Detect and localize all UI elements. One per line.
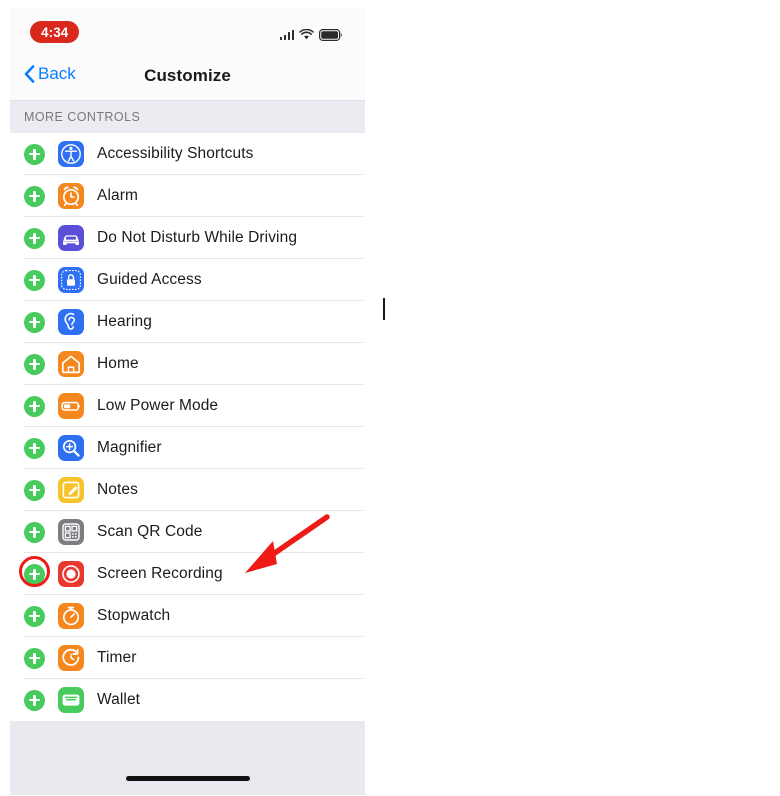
notes-pencil-icon bbox=[58, 477, 84, 503]
add-control-button[interactable] bbox=[24, 647, 45, 669]
control-row[interactable]: Home bbox=[10, 343, 365, 385]
home-indicator[interactable] bbox=[125, 776, 250, 781]
control-label: Hearing bbox=[97, 313, 152, 330]
accessibility-icon bbox=[58, 141, 84, 167]
section-header-more-controls: MORE CONTROLS bbox=[10, 100, 365, 133]
add-control-button[interactable] bbox=[24, 605, 45, 627]
add-control-button[interactable] bbox=[24, 185, 45, 207]
navigation-bar: Back Customize bbox=[10, 56, 365, 100]
control-row[interactable]: Low Power Mode bbox=[10, 385, 365, 427]
house-icon bbox=[58, 351, 84, 377]
control-label: Guided Access bbox=[97, 271, 202, 288]
text-cursor bbox=[383, 298, 385, 320]
add-control-button[interactable] bbox=[24, 689, 45, 711]
timer-icon bbox=[58, 645, 84, 671]
control-row[interactable]: Magnifier bbox=[10, 427, 365, 469]
add-control-button[interactable] bbox=[24, 563, 45, 585]
control-label: Scan QR Code bbox=[97, 523, 203, 540]
qr-code-icon bbox=[58, 519, 84, 545]
cellular-signal-icon bbox=[279, 29, 294, 40]
wallet-icon bbox=[58, 687, 84, 713]
alarm-clock-icon bbox=[58, 183, 84, 209]
control-label: Stopwatch bbox=[97, 607, 171, 624]
more-controls-list: Accessibility Shortcuts Alarm Do Not Distu… bbox=[10, 133, 365, 721]
control-label: Notes bbox=[97, 481, 138, 498]
control-row[interactable]: Wallet bbox=[10, 679, 365, 721]
add-control-button[interactable] bbox=[24, 479, 45, 501]
add-control-button[interactable] bbox=[24, 395, 45, 417]
control-row[interactable]: Scan QR Code bbox=[10, 511, 365, 553]
control-label: Timer bbox=[97, 649, 137, 666]
add-control-button[interactable] bbox=[24, 521, 45, 543]
control-row[interactable]: Guided Access bbox=[10, 259, 365, 301]
status-bar: 4:34 bbox=[10, 8, 365, 56]
add-control-button[interactable] bbox=[24, 269, 45, 291]
control-label: Alarm bbox=[97, 187, 138, 204]
phone-screenshot: 4:34 Back Customize MORE CONTROLS Access… bbox=[10, 8, 365, 795]
status-icons-group bbox=[279, 24, 344, 41]
control-row[interactable]: Alarm bbox=[10, 175, 365, 217]
control-label: Wallet bbox=[97, 691, 141, 708]
battery-icon bbox=[58, 393, 84, 419]
battery-icon bbox=[319, 28, 342, 41]
control-row[interactable]: Screen Recording bbox=[10, 553, 365, 595]
lock-icon bbox=[58, 267, 84, 293]
add-control-button[interactable] bbox=[24, 227, 45, 249]
add-control-button[interactable] bbox=[24, 311, 45, 333]
control-label: Home bbox=[97, 355, 139, 372]
stopwatch-icon bbox=[58, 603, 84, 629]
control-row[interactable]: Notes bbox=[10, 469, 365, 511]
control-label: Low Power Mode bbox=[97, 397, 219, 414]
add-control-button[interactable] bbox=[24, 143, 45, 165]
control-row[interactable]: Hearing bbox=[10, 301, 365, 343]
add-control-button[interactable] bbox=[24, 437, 45, 459]
ear-icon bbox=[58, 309, 84, 335]
control-label: Magnifier bbox=[97, 439, 162, 456]
phone-footer bbox=[10, 721, 365, 795]
page-title: Customize bbox=[144, 66, 231, 85]
magnifier-icon bbox=[58, 435, 84, 461]
control-row[interactable]: Accessibility Shortcuts bbox=[10, 133, 365, 175]
control-label: Accessibility Shortcuts bbox=[97, 145, 254, 162]
car-icon bbox=[58, 225, 84, 251]
control-row[interactable]: Stopwatch bbox=[10, 595, 365, 637]
control-row[interactable]: Timer bbox=[10, 637, 365, 679]
control-row[interactable]: Do Not Disturb While Driving bbox=[10, 217, 365, 259]
wifi-icon bbox=[299, 29, 314, 40]
control-label: Do Not Disturb While Driving bbox=[97, 229, 298, 246]
control-label: Screen Recording bbox=[97, 565, 223, 582]
record-circle-icon bbox=[58, 561, 84, 587]
add-control-button[interactable] bbox=[24, 353, 45, 375]
recording-time-pill[interactable]: 4:34 bbox=[30, 21, 80, 43]
